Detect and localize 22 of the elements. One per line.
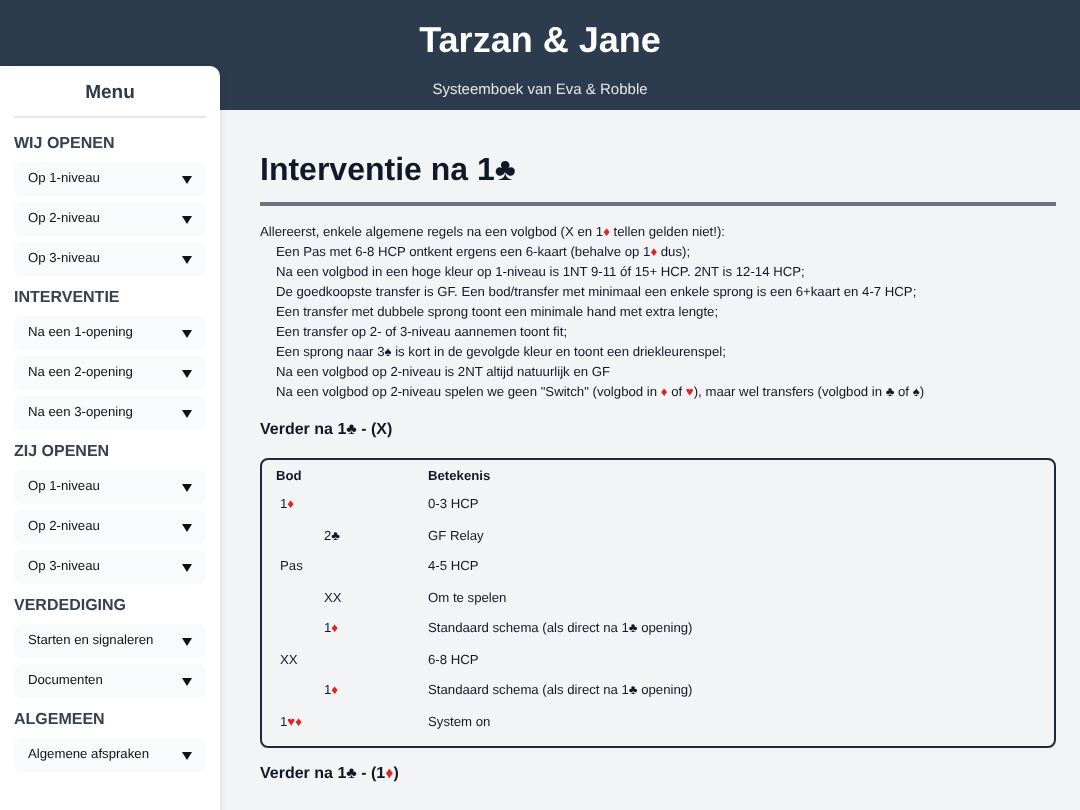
caret-icon bbox=[182, 483, 192, 491]
section-heading: INTERVENTIE bbox=[14, 288, 122, 306]
section-heading: ZIJ OPENEN bbox=[14, 442, 112, 460]
caret-icon bbox=[182, 409, 192, 417]
caret-icon bbox=[182, 637, 192, 645]
section-heading: VERDEDIGING bbox=[14, 596, 129, 614]
page-heading: Interventie na 1♣ bbox=[260, 152, 518, 192]
subheading: Verder na 1♣ - (1♦) bbox=[260, 764, 401, 782]
menu-title: Menu bbox=[83, 82, 137, 108]
caret-icon bbox=[182, 369, 192, 377]
caret-icon bbox=[182, 751, 192, 759]
section-heading: ALGEMEEN bbox=[14, 710, 107, 728]
caret-icon bbox=[182, 523, 192, 531]
site-title: Tarzan & Jane bbox=[419, 18, 661, 62]
caret-icon bbox=[182, 563, 192, 571]
caret-icon bbox=[182, 175, 192, 183]
caret-icon bbox=[182, 255, 192, 263]
caret-icon bbox=[182, 329, 192, 337]
section-heading: WIJ OPENEN bbox=[14, 134, 117, 152]
caret-icon bbox=[182, 677, 192, 685]
caret-icon bbox=[182, 215, 192, 223]
subheading: Verder na 1♣ - (X) bbox=[260, 420, 395, 438]
